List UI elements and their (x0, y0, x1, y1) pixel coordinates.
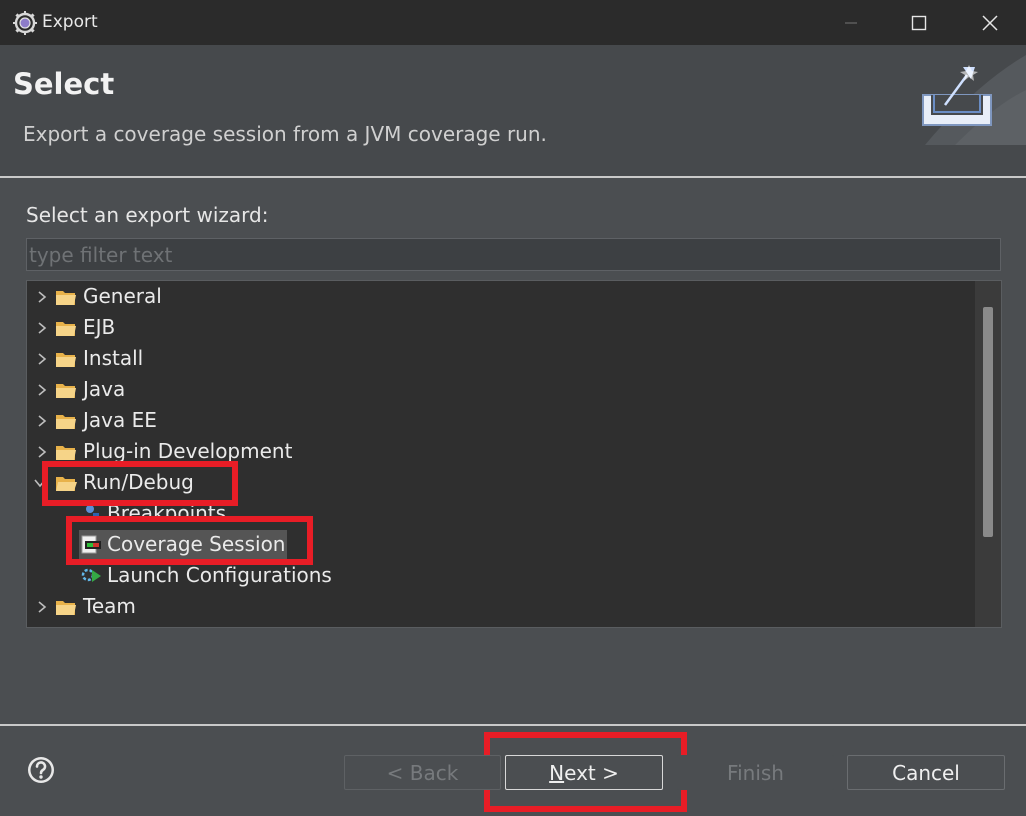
next-label: ext > (564, 760, 619, 785)
minimize-button[interactable] (816, 0, 886, 45)
chevron-right-icon[interactable] (35, 445, 49, 459)
tree-item-run-debug[interactable]: Run/Debug (27, 468, 967, 498)
tree-item-label: Run/Debug (83, 470, 194, 494)
tree-item-general[interactable]: General (27, 282, 967, 312)
tree-item-label: Java EE (83, 408, 157, 432)
chevron-right-icon[interactable] (35, 383, 49, 397)
folder-open-icon (56, 477, 77, 491)
folder-icon (56, 322, 76, 336)
page-title: Select (13, 67, 115, 101)
tree-item-coverage-session[interactable]: Coverage Session (27, 530, 967, 560)
folder-icon (56, 384, 76, 398)
header-separator (0, 176, 1026, 178)
tree-item-launch-configurations[interactable]: Launch Configurations (27, 561, 967, 591)
tree-item-label: Java (83, 377, 126, 401)
folder-icon (56, 446, 76, 460)
back-button[interactable]: < Back (344, 755, 501, 790)
chevron-right-icon[interactable] (35, 600, 49, 614)
tree-item-label: General (83, 284, 162, 308)
tree-item-java-ee[interactable]: Java EE (27, 406, 967, 436)
chevron-down-icon[interactable] (33, 476, 47, 490)
coverage-session-icon (81, 535, 101, 554)
tree-item-label: Install (83, 346, 144, 370)
wizard-header: Select Export a coverage session from a … (0, 45, 1026, 176)
tree-item-ejb[interactable]: EJB (27, 313, 967, 343)
window-title: Export (42, 12, 98, 32)
close-icon (982, 14, 998, 31)
scrollbar-thumb[interactable] (983, 307, 993, 537)
page-description: Export a coverage session from a JVM cov… (23, 122, 547, 146)
tree-item-install[interactable]: Install (27, 344, 967, 374)
tree-scrollbar[interactable] (975, 281, 1001, 627)
tree-item-label: Team (83, 594, 136, 618)
tree-item-label: EJB (83, 315, 116, 339)
chevron-right-icon[interactable] (35, 290, 49, 304)
maximize-button[interactable] (884, 0, 954, 45)
tree-item-label: Breakpoints (107, 501, 227, 521)
chevron-right-icon[interactable] (35, 414, 49, 428)
footer-separator (0, 724, 1026, 726)
tree-item-plugin-development[interactable]: Plug-in Development (27, 437, 967, 467)
breakpoint-icon (86, 505, 99, 519)
export-wizard-banner-icon (922, 55, 1026, 145)
folder-icon (56, 415, 76, 429)
chevron-right-icon[interactable] (35, 321, 49, 335)
next-mnemonic: N (549, 760, 565, 785)
tree-item-label: Plug-in Development (83, 439, 293, 463)
launch-configurations-icon (81, 568, 101, 582)
title-bar: Export (0, 0, 1026, 45)
tree-item-team[interactable]: Team (27, 592, 967, 622)
finish-button[interactable]: Finish (677, 755, 834, 790)
wizard-label: Select an export wizard: (26, 203, 269, 227)
folder-icon (56, 601, 76, 615)
export-dialog: Export Select Export a coverage session … (0, 0, 1026, 816)
tree-item-java[interactable]: Java (27, 375, 967, 405)
tree-item-breakpoints[interactable]: Breakpoints (27, 499, 967, 521)
eclipse-app-icon (13, 11, 37, 35)
close-button[interactable] (955, 0, 1025, 45)
filter-input[interactable] (26, 238, 1001, 271)
tree-item-label: Coverage Session (107, 532, 286, 556)
folder-icon (56, 291, 76, 305)
maximize-icon (911, 15, 927, 30)
chevron-right-icon[interactable] (35, 352, 49, 366)
cancel-button[interactable]: Cancel (847, 755, 1005, 790)
tree-item-label: Launch Configurations (107, 563, 332, 587)
next-button[interactable]: Next > (505, 755, 663, 790)
help-icon[interactable] (26, 755, 56, 785)
minimize-icon (845, 21, 857, 24)
wizard-tree[interactable]: General EJB Install Java Java EE Plug-in… (26, 280, 1002, 628)
folder-icon (56, 353, 76, 367)
